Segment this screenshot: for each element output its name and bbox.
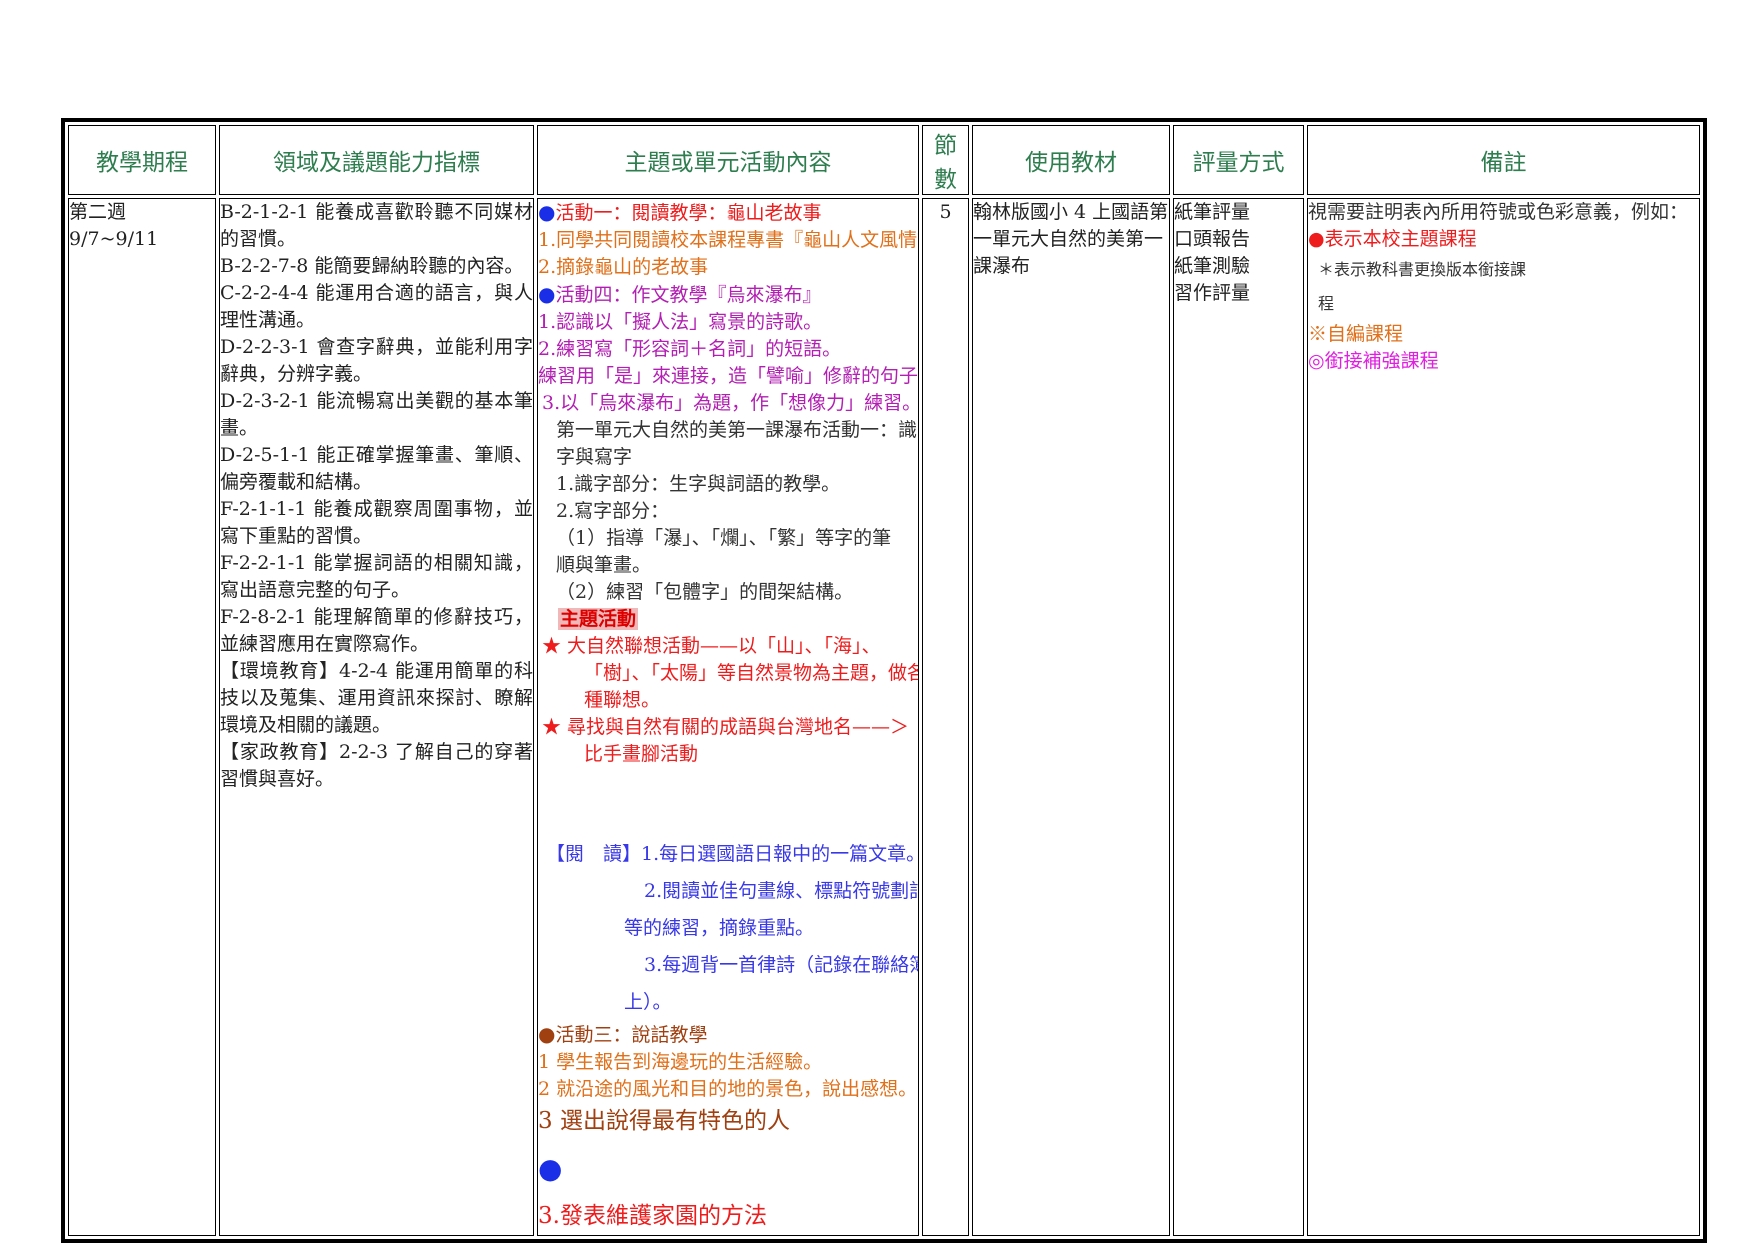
remark-self-made: ※自編課程 bbox=[1308, 323, 1404, 345]
assessment-item: 口頭報告 bbox=[1174, 228, 1251, 250]
header-assessment: 評量方式 bbox=[1173, 125, 1304, 195]
header-indicators: 領域及議題能力指標 bbox=[219, 125, 534, 195]
unit-line: 字與寫字 bbox=[556, 446, 633, 468]
indicator-item: B-2-2-7-8 能簡要歸納聆聽的內容。 bbox=[220, 255, 524, 277]
indicator-item: D-2-3-2-1 能流暢寫出美觀的基本筆畫。 bbox=[220, 390, 533, 439]
header-row: 教學期程 領域及議題能力指標 主題或單元活動內容 節數 使用教材 評量方式 備註 bbox=[68, 125, 1700, 195]
header-period: 教學期程 bbox=[68, 125, 216, 195]
remark-school-theme: ●表示本校主題課程 bbox=[1308, 228, 1477, 250]
brown-dot-icon: ● bbox=[538, 1022, 556, 1046]
reading-line: 3.每週背一首律詩（記錄在聯絡簿 bbox=[644, 954, 919, 976]
remarks-cell: 視需要註明表內所用符號或色彩意義，例如： ●表示本校主題課程 ＊表示教科書更換版… bbox=[1307, 198, 1700, 1236]
blue-dot-icon: ● bbox=[538, 282, 556, 306]
star-item-cont: 比手畫腳活動 bbox=[584, 743, 699, 765]
unit-line: 1.識字部分：生字與詞語的教學。 bbox=[556, 473, 841, 495]
star-item: ★ 尋找與自然有關的成語與台灣地名——＞ bbox=[542, 716, 910, 738]
theme-activity-row: 主題活動 bbox=[538, 606, 918, 633]
indicator-item: 【環境教育】4-2-4 能運用簡單的科技以及蒐集、運用資訊來探討、瞭解環境及相關… bbox=[220, 660, 533, 736]
reading-line: 上）。 bbox=[624, 991, 672, 1013]
indicator-item: B-2-1-2-1 能養成喜歡聆聽不同媒材的習慣。 bbox=[220, 201, 533, 250]
indicators-cell: B-2-1-2-1 能養成喜歡聆聽不同媒材的習慣。 B-2-2-7-8 能簡要歸… bbox=[219, 198, 534, 1236]
material-cell: 翰林版國小 4 上國語第一單元大自然的美第一課瀑布 bbox=[972, 198, 1170, 1236]
assessment-item: 紙筆評量 bbox=[1174, 201, 1251, 223]
reading-label: 【閱 讀】 bbox=[546, 843, 642, 865]
unit-line: 第一單元大自然的美第一課瀑布活動一：識 bbox=[556, 419, 918, 441]
header-sessions: 節數 bbox=[922, 125, 969, 195]
lesson-plan-frame: 教學期程 領域及議題能力指標 主題或單元活動內容 節數 使用教材 評量方式 備註… bbox=[61, 118, 1707, 1243]
reading-line: 【閱 讀】1.每日選國語日報中的一篇文章。 bbox=[546, 843, 919, 865]
activity1-line: 1.同學共同閱讀校本課程專書『龜山人文風情話』 bbox=[538, 229, 919, 251]
assessment-cell: 紙筆評量 口頭報告 紙筆測驗 習作評量 bbox=[1173, 198, 1304, 1236]
lesson-plan-table: 教學期程 領域及議題能力指標 主題或單元活動內容 節數 使用教材 評量方式 備註… bbox=[65, 122, 1703, 1239]
indicator-item: D-2-5-1-1 能正確掌握筆畫、筆順、偏旁覆載和結構。 bbox=[220, 444, 533, 493]
activities-cell: ●活動一：閱讀教學：龜山老故事 1.同學共同閱讀校本課程專書『龜山人文風情話』 … bbox=[537, 198, 919, 1236]
activity1-title: ●活動一：閱讀教學：龜山老故事 bbox=[538, 200, 822, 224]
activity3-line: 3 選出說得最有特色的人 bbox=[538, 1108, 790, 1134]
remark-asterisk-note: ＊表示教科書更換版本銜接課 bbox=[1318, 260, 1527, 279]
table-row: 第二週 9/7~9/11 B-2-1-2-1 能養成喜歡聆聽不同媒材的習慣。 B… bbox=[68, 198, 1700, 1236]
theme-activity-badge: 主題活動 bbox=[558, 608, 639, 630]
unit-line: （1）指導「瀑」、「爛」、「繁」等字的筆 bbox=[556, 527, 892, 549]
indicator-item: C-2-2-4-4 能運用合適的語言，與人理性溝通。 bbox=[220, 282, 533, 331]
star-icon: ★ bbox=[542, 635, 568, 657]
activity3-line: 1 學生報告到海邊玩的生活經驗。 bbox=[538, 1051, 823, 1073]
activity3-title: ●活動三：說話教學 bbox=[538, 1022, 708, 1046]
unit-line: 2.寫字部分： bbox=[556, 500, 670, 522]
star-item: ★ 大自然聯想活動——以「山」、「海」、 bbox=[542, 635, 881, 657]
header-remarks: 備註 bbox=[1307, 125, 1700, 195]
star-icon: ★ bbox=[542, 716, 568, 738]
assessment-item: 紙筆測驗 bbox=[1174, 255, 1251, 277]
reading-line: 等的練習，摘錄重點。 bbox=[624, 917, 815, 939]
sessions-cell: 5 bbox=[922, 198, 969, 1236]
reading-line: 2.閱讀並佳句畫線、標點符號劃記 bbox=[644, 880, 919, 902]
activity3-line: 2 就沿途的風光和目的地的景色，說出感想。 bbox=[538, 1078, 918, 1100]
indicator-item: F-2-1-1-1 能養成觀察周圍事物，並寫下重點的習慣。 bbox=[220, 498, 533, 547]
indicator-item: D-2-2-3-1 會查字辭典，並能利用字辭典，分辨字義。 bbox=[220, 336, 533, 385]
assessment-item: 習作評量 bbox=[1174, 282, 1251, 304]
material-text: 翰林版國小 4 上國語第一單元大自然的美第一課瀑布 bbox=[973, 201, 1169, 277]
activity4-line: 2.練習寫「形容詞＋名詞」的短語。 bbox=[538, 338, 842, 360]
indicator-item: 【家政教育】2-2-3 了解自己的穿著習慣與喜好。 bbox=[220, 741, 533, 790]
blue-dot-icon: ● bbox=[538, 1152, 563, 1185]
period-text: 第二週 9/7~9/11 bbox=[69, 201, 159, 250]
activity4-line: 3.以「烏來瀑布」為題，作「想像力」練習。 bbox=[542, 392, 919, 414]
indicator-item: F-2-8-2-1 能理解簡單的修辭技巧，並練習應用在實際寫作。 bbox=[220, 606, 533, 655]
activity4-title: ●活動四：作文教學『烏來瀑布』 bbox=[538, 282, 822, 306]
blue-dot-icon: ● bbox=[538, 200, 556, 224]
period-cell: 第二週 9/7~9/11 bbox=[68, 198, 216, 1236]
remark-bridging: ◎銜接補強課程 bbox=[1308, 350, 1439, 372]
unit-line: （2）練習「包體字」的間架結構。 bbox=[556, 581, 854, 603]
red-dot-icon: ● bbox=[1308, 228, 1325, 250]
final-activity-line: 3.發表維護家園的方法 bbox=[538, 1203, 767, 1229]
header-material: 使用教材 bbox=[972, 125, 1170, 195]
remarks-intro: 視需要註明表內所用符號或色彩意義，例如： bbox=[1308, 201, 1689, 223]
unit-line: 順與筆畫。 bbox=[556, 554, 652, 576]
activity1-line: 2.摘錄龜山的老故事 bbox=[538, 256, 709, 278]
sessions-value: 5 bbox=[939, 201, 952, 223]
star-item-cont: 「樹」、「太陽」等自然景物為主題，做各 bbox=[584, 662, 919, 684]
header-activities: 主題或單元活動內容 bbox=[537, 125, 919, 195]
indicator-item: F-2-2-1-1 能掌握詞語的相關知識，寫出語意完整的句子。 bbox=[220, 552, 533, 601]
activity4-line: 練習用「是」來連接，造「譬喻」修辭的句子。 bbox=[538, 365, 919, 387]
remark-asterisk-note: 程 bbox=[1318, 294, 1335, 313]
star-item-cont: 種聯想。 bbox=[584, 689, 661, 711]
activity4-line: 1.認識以「擬人法」寫景的詩歌。 bbox=[538, 311, 823, 333]
